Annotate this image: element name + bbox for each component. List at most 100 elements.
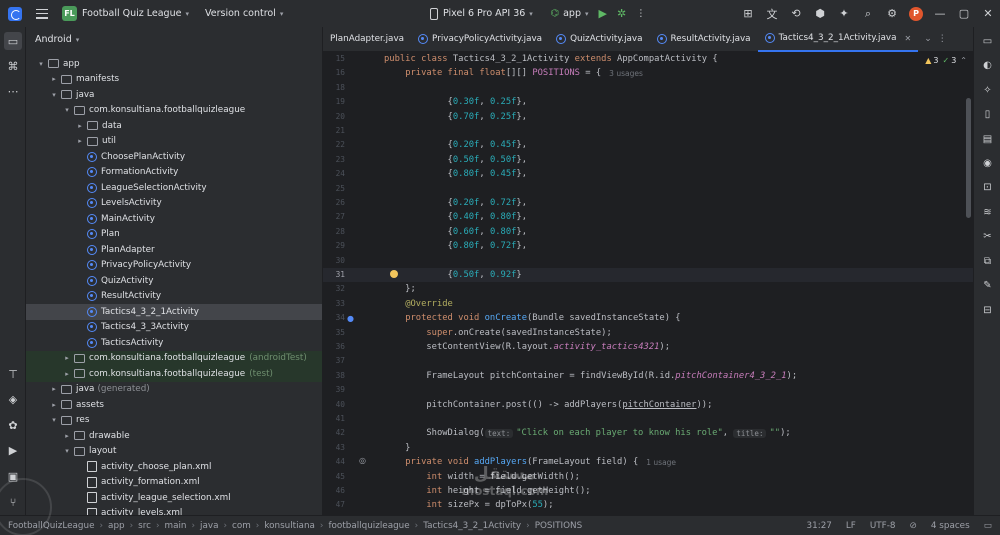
usage-gutter-icon[interactable]: ◎	[359, 456, 366, 465]
chevron-right-icon[interactable]: ▸	[49, 385, 59, 393]
editor-tab[interactable]: ResultActivity.java	[650, 27, 758, 52]
screenshot-icon[interactable]: ⧉	[979, 253, 996, 270]
editor-tab[interactable]: QuizActivity.java	[549, 27, 649, 52]
chevron-down-icon[interactable]: ▾	[62, 447, 72, 455]
code-line[interactable]: super .onCreate(savedInstanceState);	[384, 326, 611, 340]
structure-tool-icon[interactable]: ⌘	[4, 57, 22, 75]
tree-item[interactable]: ▸ com.konsultiana.footballquizleague (andr…	[26, 350, 322, 366]
tree-item[interactable]: LevelsActivity	[26, 196, 322, 212]
gradle-icon[interactable]: ◐	[979, 57, 996, 74]
chevron-right-icon[interactable]: ▸	[49, 75, 59, 83]
breadcrumb[interactable]: FootballQuizLeague › app › src › main › java › com…	[8, 521, 582, 531]
account-button[interactable]: P	[904, 0, 928, 27]
code-line[interactable]: {0.80f, 0.45f},	[384, 167, 527, 181]
code-line[interactable]: {0.50f, 0.50f},	[384, 153, 527, 167]
tree-item[interactable]: ▸ data	[26, 118, 322, 134]
tree-item[interactable]: ▸ java (generated)	[26, 382, 322, 398]
run-config-selector[interactable]: app	[563, 8, 581, 19]
breadcrumb-item[interactable]: konsultiana	[264, 521, 315, 531]
memory-icon[interactable]: ▭	[984, 521, 992, 531]
tree-item[interactable]: activity_choose_plan.xml	[26, 459, 322, 475]
notifications-icon[interactable]: ▭	[979, 33, 996, 50]
version-control-menu[interactable]: Version control	[205, 8, 276, 19]
chevron-down-icon[interactable]: ▾	[49, 91, 59, 99]
chevron-down-icon[interactable]: ▾	[585, 10, 589, 18]
inspector-icon[interactable]: ◉	[979, 155, 996, 172]
running-devices-icon[interactable]: ▤	[979, 131, 996, 148]
tree-item[interactable]: ResultActivity	[26, 289, 322, 305]
services-icon[interactable]: ▶	[4, 441, 22, 459]
code-line[interactable]: private final float[][] POSITIONS = {3 u…	[384, 66, 643, 80]
preview-icon[interactable]: ⊟	[979, 302, 996, 319]
breadcrumb-item[interactable]: POSITIONS	[535, 521, 582, 531]
more-actions-icon[interactable]: ⋮	[636, 8, 646, 19]
tree-item[interactable]: TacticsActivity	[26, 335, 322, 351]
lightbulb-icon[interactable]	[390, 270, 398, 278]
editor-tab[interactable]: PrivacyPolicyActivity.java	[411, 27, 549, 52]
file-encoding[interactable]: UTF-8	[870, 521, 896, 531]
indent-setting[interactable]: 4 spaces	[931, 521, 970, 531]
chevron-down-icon[interactable]: ▾	[529, 10, 533, 18]
sync-icon[interactable]: ⟲	[784, 0, 808, 27]
caret-position[interactable]: 31:27	[807, 521, 832, 531]
tree-item[interactable]: ▾ layout	[26, 444, 322, 460]
code-editor[interactable]: 15 16 18 19 20 21 22 23 24 25 26 27 28 29 30 31 32 33 34 35…	[323, 52, 973, 515]
code-line[interactable]: {0.70f, 0.25f},	[384, 110, 527, 124]
tree-item[interactable]: PrivacyPolicyActivity	[26, 258, 322, 274]
tree-item[interactable]: PlanAdapter	[26, 242, 322, 258]
more-tools-icon[interactable]: ⋯	[4, 82, 22, 100]
project-tool-icon[interactable]: ▭	[4, 32, 22, 50]
tree-item[interactable]: ▸ drawable	[26, 428, 322, 444]
chevron-right-icon[interactable]: ▸	[62, 432, 72, 440]
usage-hint[interactable]: 3 usages	[609, 69, 643, 78]
code-line[interactable]: protected void onCreate (Bundle savedInst…	[384, 311, 680, 325]
maximize-icon[interactable]: ▢	[952, 0, 976, 27]
code-line[interactable]: {0.80f, 0.72f},	[384, 239, 527, 253]
code-line[interactable]: {0.40f, 0.80f},	[384, 210, 527, 224]
assistant-icon[interactable]: ✧	[979, 82, 996, 99]
tree-item[interactable]: ▾ app	[26, 56, 322, 72]
code-line[interactable]: int sizePx = dpToPx(55);	[384, 498, 553, 512]
logcat-icon[interactable]: ✿	[4, 416, 22, 434]
breadcrumb-item[interactable]: com	[232, 521, 251, 531]
code-line[interactable]: FrameLayout pitchContainer = findViewByI…	[384, 369, 797, 383]
run-icon[interactable]: ▶	[599, 7, 607, 20]
breadcrumb-item[interactable]: main	[165, 521, 187, 531]
tree-item[interactable]: MainActivity	[26, 211, 322, 227]
code-line[interactable]: public class Tactics4_3_2_1Activity exte…	[384, 52, 718, 66]
translate-icon[interactable]: 文	[760, 0, 784, 27]
close-icon[interactable]: ✕	[976, 0, 1000, 27]
chevron-down-icon[interactable]: ▾	[185, 10, 189, 18]
tab-list-chevron-icon[interactable]: ⌄	[924, 34, 932, 44]
emulator-icon[interactable]: ⊡	[979, 179, 996, 196]
minimize-icon[interactable]: —	[928, 0, 952, 27]
build-tool-icon[interactable]: ⊤	[4, 365, 22, 383]
chevron-down-icon[interactable]: ▾	[62, 106, 72, 114]
settings-icon[interactable]: ⚙	[880, 0, 904, 27]
tree-item[interactable]: ChoosePlanActivity	[26, 149, 322, 165]
debug-icon[interactable]: ✲	[617, 7, 626, 20]
breadcrumb-item[interactable]: src	[138, 521, 151, 531]
chevron-down-icon[interactable]: ▾	[49, 416, 59, 424]
chevron-down-icon[interactable]: ▾	[280, 10, 284, 18]
chevron-right-icon[interactable]: ▸	[62, 370, 72, 378]
tree-item[interactable]: Tactics4_3_3Activity	[26, 320, 322, 336]
tools-icon[interactable]: ✂	[979, 228, 996, 245]
tree-item[interactable]: Plan	[26, 227, 322, 243]
breadcrumb-item[interactable]: app	[108, 521, 125, 531]
project-view-selector[interactable]: Android ▾	[26, 27, 322, 52]
avatar[interactable]: P	[909, 6, 923, 21]
tree-item[interactable]: ▸ assets	[26, 397, 322, 413]
breadcrumb-item[interactable]: Tactics4_3_2_1Activity	[423, 521, 521, 531]
tree-item[interactable]: ▾ res	[26, 413, 322, 429]
line-separator[interactable]: LF	[846, 521, 856, 531]
override-gutter-icon[interactable]: ●	[347, 314, 354, 323]
sdk-manager-icon[interactable]: ⬢	[808, 0, 832, 27]
tab-more-icon[interactable]: ⋮	[938, 34, 947, 44]
tree-item[interactable]: activity_levels.xml	[26, 506, 322, 515]
app-quality-icon[interactable]: ◈	[4, 390, 22, 408]
chevron-up-icon[interactable]: ⌃	[960, 56, 967, 65]
code-line[interactable]: pitchContainer.post(() -> addPlayers(pit…	[384, 398, 712, 412]
chevron-down-icon[interactable]: ▾	[76, 36, 80, 44]
chevron-right-icon[interactable]: ▸	[75, 137, 85, 145]
